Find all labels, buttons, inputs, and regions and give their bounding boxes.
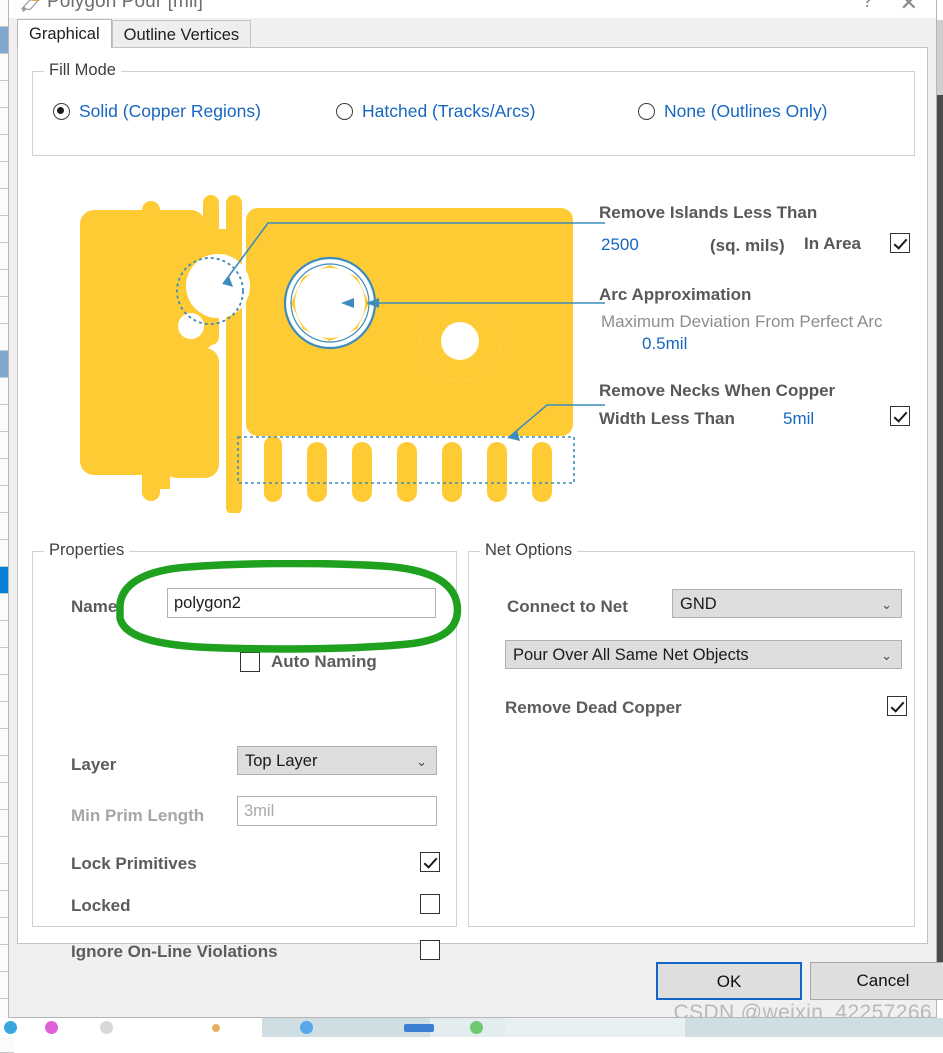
fill-mode-group: Fill Mode Solid (Copper Regions) Hatched… [32,71,915,156]
remove-islands-value[interactable]: 2500 [601,235,639,255]
connect-to-net-label: Connect to Net [507,597,628,617]
lock-primitives-label: Lock Primitives [71,854,197,874]
radio-solid-copper-regions[interactable]: Solid (Copper Regions) [53,101,261,122]
tab-strip: GraphicalOutline Vertices [17,19,251,48]
ignore-online-violations-label: Ignore On-Line Violations [71,942,278,962]
lock-primitives-checkbox[interactable] [420,852,440,872]
remove-islands-suffix: In Area [804,234,861,254]
remove-islands-checkbox[interactable] [890,233,910,253]
radio-indicator [336,103,353,120]
taskbar-segment [430,1018,505,1037]
taskbar-icon[interactable] [45,1021,58,1034]
arc-approximation-title: Arc Approximation [599,285,751,305]
remove-dead-copper-label: Remove Dead Copper [505,698,682,718]
taskbar-icon[interactable] [100,1021,113,1034]
remove-islands-title: Remove Islands Less Than [599,203,817,223]
dialog-client-area: Fill Mode Solid (Copper Regions) Hatched… [17,47,928,944]
connect-to-net-value: GND [680,595,717,613]
radio-label: Hatched (Tracks/Arcs) [362,101,535,121]
taskbar-icon[interactable] [470,1021,483,1034]
taskbar-segment [505,1018,685,1037]
layer-label: Layer [71,755,116,775]
arc-approximation-value[interactable]: 0.5mil [642,334,687,354]
ok-button[interactable]: OK [656,962,802,1000]
locked-checkbox[interactable] [420,894,440,914]
chevron-down-icon: ⌄ [881,590,892,619]
auto-naming-label: Auto Naming [271,652,377,672]
remove-necks-checkbox[interactable] [890,406,910,426]
properties-group-title: Properties [44,541,129,560]
ignore-online-violations-checkbox[interactable] [420,940,440,960]
background-window-dark-edge [937,95,943,1000]
remove-islands-units: (sq. mils) [710,236,785,256]
layer-dropdown[interactable]: Top Layer ⌄ [237,746,437,775]
taskbar-icon[interactable] [404,1024,434,1032]
remove-necks-title-line1: Remove Necks When Copper [599,381,835,401]
cancel-button[interactable]: Cancel [810,962,943,1000]
connect-to-net-dropdown[interactable]: GND ⌄ [672,589,902,618]
dialog-title: Polygon Pour [mil] [47,0,203,13]
radio-indicator [53,103,70,120]
chevron-down-icon: ⌄ [416,747,427,776]
help-button[interactable]: ? [862,0,873,13]
net-options-group-title: Net Options [480,541,577,560]
net-options-group: Net Options Connect to Net GND ⌄ Pour Ov… [468,551,915,927]
fill-mode-group-title: Fill Mode [44,61,121,80]
radio-indicator [638,103,655,120]
tab-graphical[interactable]: Graphical [17,19,112,48]
name-input[interactable] [167,588,436,618]
radio-none-outlines-only[interactable]: None (Outlines Only) [638,101,827,122]
auto-naming-checkbox[interactable] [240,652,260,672]
pcb-preview-illustration [60,193,605,513]
taskbar [0,1018,943,1037]
taskbar-icon[interactable] [300,1021,313,1034]
polygon-pour-icon [21,0,43,14]
tab-outline-vertices[interactable]: Outline Vertices [112,20,252,48]
remove-necks-value[interactable]: 5mil [783,409,814,429]
radio-label: Solid (Copper Regions) [79,101,261,121]
min-prim-length-input[interactable] [237,796,437,826]
layer-value: Top Layer [245,752,317,770]
pour-over-dropdown[interactable]: Pour Over All Same Net Objects ⌄ [505,640,902,669]
min-prim-length-label: Min Prim Length [71,806,204,826]
locked-label: Locked [71,896,131,916]
taskbar-left-panel [0,1018,262,1037]
remove-necks-title-line2: Width Less Than [599,409,735,429]
polygon-pour-dialog: Polygon Pour [mil] ? ✕ GraphicalOutline … [8,0,937,1018]
radio-label: None (Outlines Only) [664,101,827,121]
name-label: Name [71,597,117,617]
close-button[interactable]: ✕ [900,0,918,16]
arc-approximation-description: Maximum Deviation From Perfect Arc [601,310,893,333]
pour-over-value: Pour Over All Same Net Objects [513,646,749,664]
dialog-titlebar: Polygon Pour [mil] ? ✕ [9,0,936,18]
chevron-down-icon: ⌄ [881,641,892,670]
taskbar-icon[interactable] [4,1021,17,1034]
remove-dead-copper-checkbox[interactable] [887,696,907,716]
radio-hatched-tracks-arcs[interactable]: Hatched (Tracks/Arcs) [336,101,535,122]
properties-group: Properties Name Auto Naming Layer Top La… [32,551,457,927]
taskbar-icon[interactable] [212,1024,220,1032]
